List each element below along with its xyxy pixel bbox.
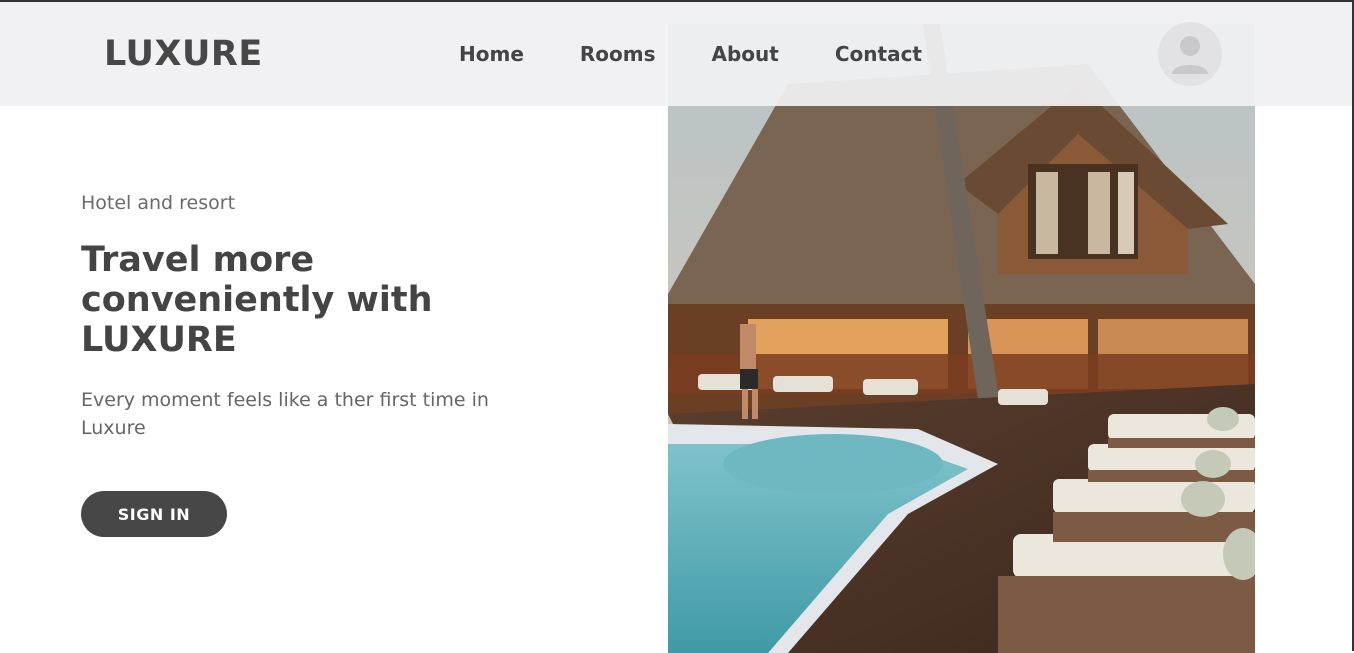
user-avatar-icon <box>1172 36 1208 74</box>
top-navbar: LUXURE Home Rooms About Contact <box>0 2 1352 106</box>
user-avatar-button[interactable] <box>1158 22 1222 86</box>
brand-logo[interactable]: LUXURE <box>104 34 263 74</box>
nav-link-about[interactable]: About <box>712 42 779 66</box>
nav-link-contact[interactable]: Contact <box>835 42 922 66</box>
hero-headline: Travel more conveniently with LUXURE <box>81 240 433 360</box>
main-nav: Home Rooms About Contact <box>459 42 978 66</box>
nav-link-rooms[interactable]: Rooms <box>580 42 656 66</box>
hero-image <box>668 24 1255 653</box>
nav-link-home[interactable]: Home <box>459 42 524 66</box>
hero-eyebrow: Hotel and resort <box>81 192 236 214</box>
sign-in-button[interactable]: SIGN IN <box>81 491 227 537</box>
hero-subtext: Every moment feels like a ther first tim… <box>81 389 489 439</box>
resort-pool-photo <box>668 24 1255 653</box>
